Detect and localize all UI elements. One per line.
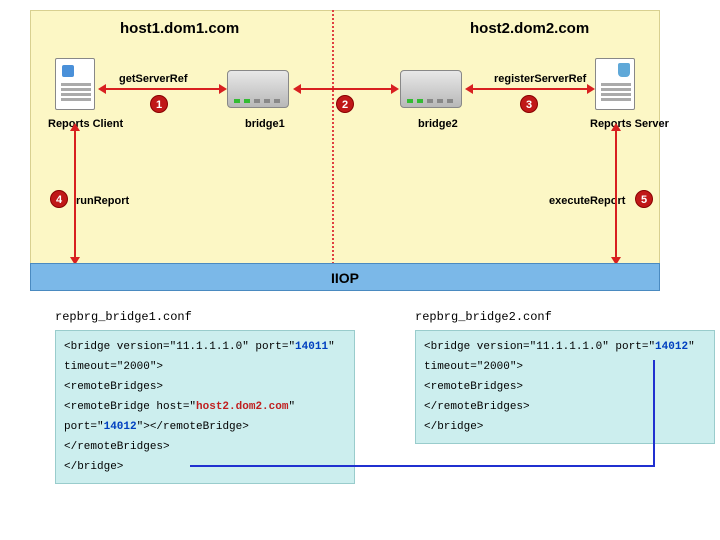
step-badge-2: 2 xyxy=(336,95,354,113)
conf2-port: 14012 xyxy=(655,341,688,353)
client-label: Reports Client xyxy=(48,118,123,130)
action-executereport: executeReport xyxy=(549,195,625,207)
host1-title: host1.dom1.com xyxy=(120,20,239,37)
arrow-5 xyxy=(615,130,617,258)
server-label: Reports Server xyxy=(590,118,669,130)
arrow-3 xyxy=(472,88,588,90)
diagram-canvas xyxy=(30,10,660,280)
action-registerserverref: registerServerRef xyxy=(494,73,586,85)
conf1-port: 14011 xyxy=(295,341,328,353)
bridge1-icon xyxy=(227,70,289,108)
bridge1-label: bridge1 xyxy=(245,118,285,130)
conf1-title: repbrg_bridge1.conf xyxy=(55,310,192,324)
reports-client-icon xyxy=(55,58,95,110)
arrow-4 xyxy=(74,130,76,258)
action-runreport: runReport xyxy=(76,195,129,207)
iiop-bar: IIOP xyxy=(30,263,660,291)
conf1-remote-host: host2.dom2.com xyxy=(196,401,288,413)
bridge2-icon xyxy=(400,70,462,108)
conf1-remote-port: 14012 xyxy=(104,421,137,433)
conf2-block: <bridge version="11.1.1.1.0" port="14012… xyxy=(415,330,715,444)
step-badge-4: 4 xyxy=(50,190,68,208)
step-badge-5: 5 xyxy=(635,190,653,208)
conf2-title: repbrg_bridge2.conf xyxy=(415,310,552,324)
port-connector-line xyxy=(190,437,655,467)
domain-divider xyxy=(332,10,334,280)
action-getserverref: getServerRef xyxy=(119,73,187,85)
arrow-2 xyxy=(300,88,392,90)
host2-title: host2.dom2.com xyxy=(470,20,589,37)
arrow-1 xyxy=(105,88,220,90)
step-badge-1: 1 xyxy=(150,95,168,113)
step-badge-3: 3 xyxy=(520,95,538,113)
reports-server-icon xyxy=(595,58,635,110)
port-connector-rise xyxy=(653,360,655,439)
bridge2-label: bridge2 xyxy=(418,118,458,130)
